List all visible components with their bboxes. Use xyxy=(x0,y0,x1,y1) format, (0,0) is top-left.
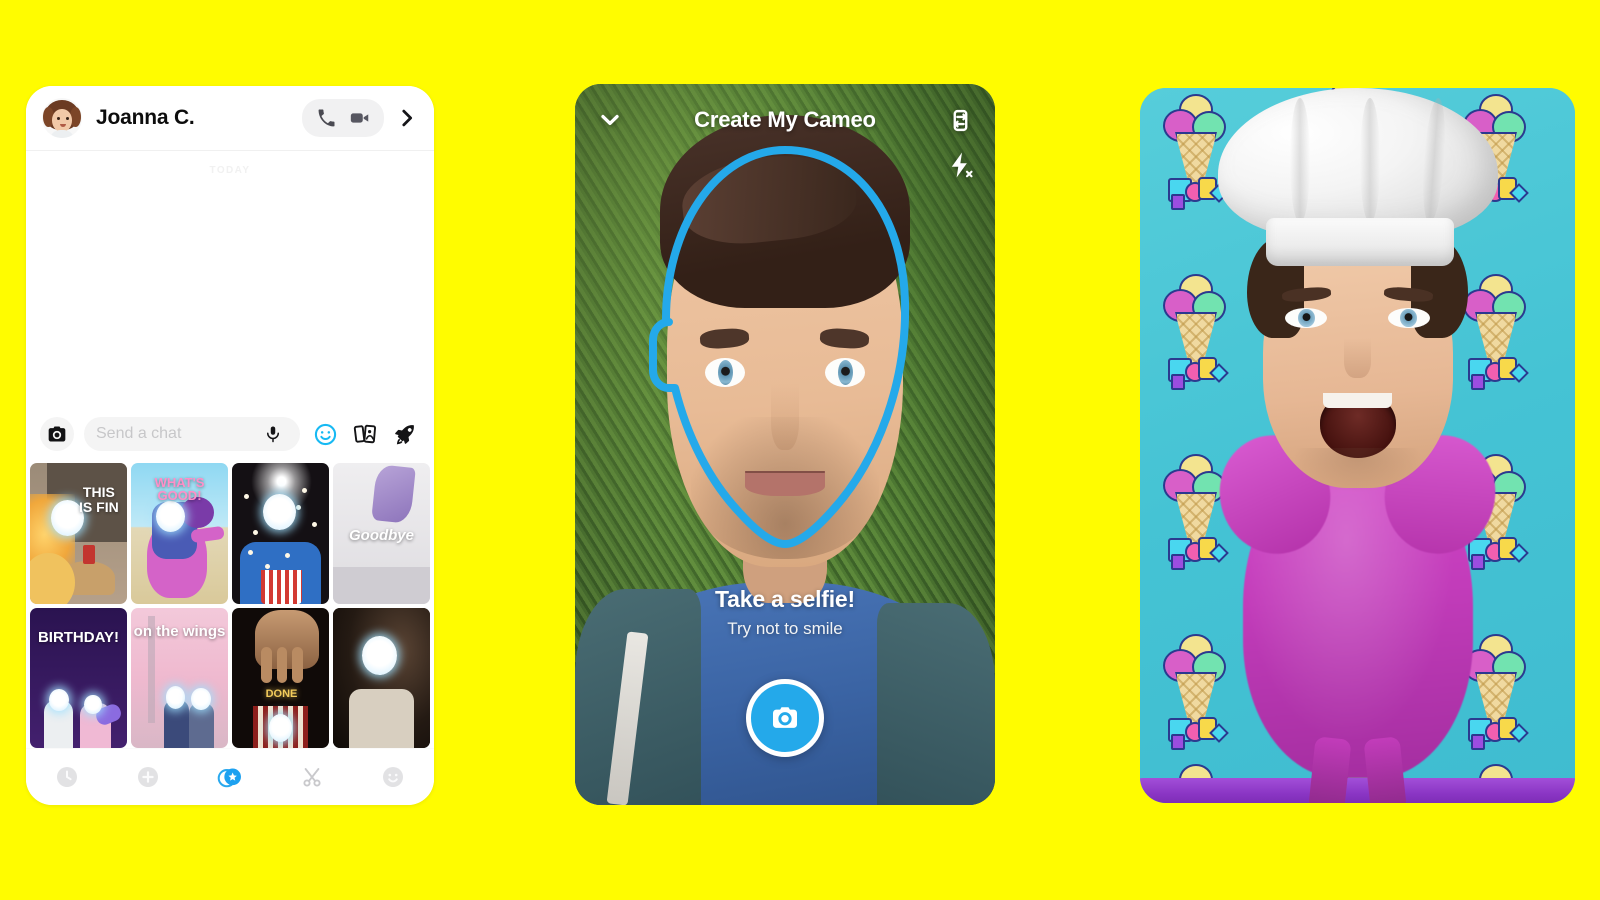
microphone-icon[interactable] xyxy=(258,419,288,449)
caption-secondary: Try not to smile xyxy=(727,619,843,638)
shutter-button[interactable] xyxy=(746,679,824,757)
chef-hat xyxy=(1212,88,1504,284)
cameo-thumbnail-label: on the wings xyxy=(133,623,226,641)
cameo-thumbnail-grid: THIS IS FIN WHAT'S GOOD! Goodbye BIRTHDA… xyxy=(26,463,434,748)
bird-foot-left xyxy=(1308,736,1352,803)
camera-top-bar: Create My Cameo xyxy=(575,100,995,140)
video-camera-icon[interactable] xyxy=(346,105,374,131)
cameo-thumbnail[interactable]: DONE xyxy=(232,607,329,748)
tab-emoji[interactable] xyxy=(373,757,413,797)
flash-off-icon[interactable] xyxy=(945,150,975,180)
tab-stickers[interactable] xyxy=(128,757,168,797)
cameo-thumbnail-label: THIS IS FIN xyxy=(79,484,119,516)
cameo-thumbnail[interactable] xyxy=(333,607,430,748)
send-a-chat-placeholder: Send a chat xyxy=(96,425,182,442)
create-cameo-card: Create My Cameo Take a selfie! Try not t… xyxy=(575,84,995,805)
cameo-tab-bar xyxy=(26,748,434,805)
cameo-cards-icon[interactable] xyxy=(350,419,380,449)
cameo-thumbnail[interactable]: THIS IS FIN xyxy=(30,463,127,604)
cameo-thumbnail[interactable]: WHAT'S GOOD! xyxy=(131,463,228,604)
phone-icon[interactable] xyxy=(312,105,340,131)
flip-camera-icon[interactable] xyxy=(943,103,977,137)
conversation-area: TODAY xyxy=(26,151,434,405)
cameo-thumbnail[interactable]: BIRTHDAY! xyxy=(30,607,127,748)
cameo-thumbnail-label: DONE xyxy=(265,688,298,701)
camera-icon[interactable] xyxy=(40,417,74,451)
chat-header: Joanna C. xyxy=(26,86,434,151)
purple-bird-body xyxy=(1242,448,1473,778)
day-divider: TODAY xyxy=(209,165,251,176)
contact-name: Joanna C. xyxy=(96,106,195,129)
cameo-thumbnail[interactable]: Goodbye xyxy=(333,463,430,604)
tab-cameos[interactable] xyxy=(210,757,250,797)
chevron-down-icon[interactable] xyxy=(593,103,627,137)
cameo-thumbnail-label: Goodbye xyxy=(348,526,414,544)
cameo-thumbnail[interactable]: on the wings xyxy=(131,607,228,748)
screenshot-stage: Joanna C. TODAY Send a chat THIS IS FIN … xyxy=(0,0,1600,900)
camera-caption: Take a selfie! Try not to smile xyxy=(575,586,995,639)
smiley-sticker-icon[interactable] xyxy=(310,419,340,449)
tab-cutouts[interactable] xyxy=(292,757,332,797)
shutter-camera-icon xyxy=(773,707,797,728)
chat-input-bar: Send a chat xyxy=(26,405,434,463)
search-chat-input-pill[interactable]: Send a chat xyxy=(84,417,300,451)
call-actions-pill xyxy=(302,99,384,137)
chevron-right-icon[interactable] xyxy=(394,105,420,131)
purple-perch-bar xyxy=(1140,778,1575,803)
cameo-thumbnail-label: WHAT'S GOOD! xyxy=(154,474,205,504)
rocket-icon[interactable] xyxy=(390,419,420,449)
avatar[interactable] xyxy=(42,98,82,138)
tab-recent[interactable] xyxy=(47,757,87,797)
camera-title: Create My Cameo xyxy=(694,107,876,132)
bird-foot-right xyxy=(1363,736,1407,803)
cameo-thumbnail[interactable] xyxy=(232,463,329,604)
caption-primary: Take a selfie! xyxy=(715,586,855,612)
cameo-thumbnail-label: BIRTHDAY! xyxy=(37,628,120,646)
cameo-result-card xyxy=(1140,88,1575,803)
chat-screen-card: Joanna C. TODAY Send a chat THIS IS FIN … xyxy=(26,86,434,805)
